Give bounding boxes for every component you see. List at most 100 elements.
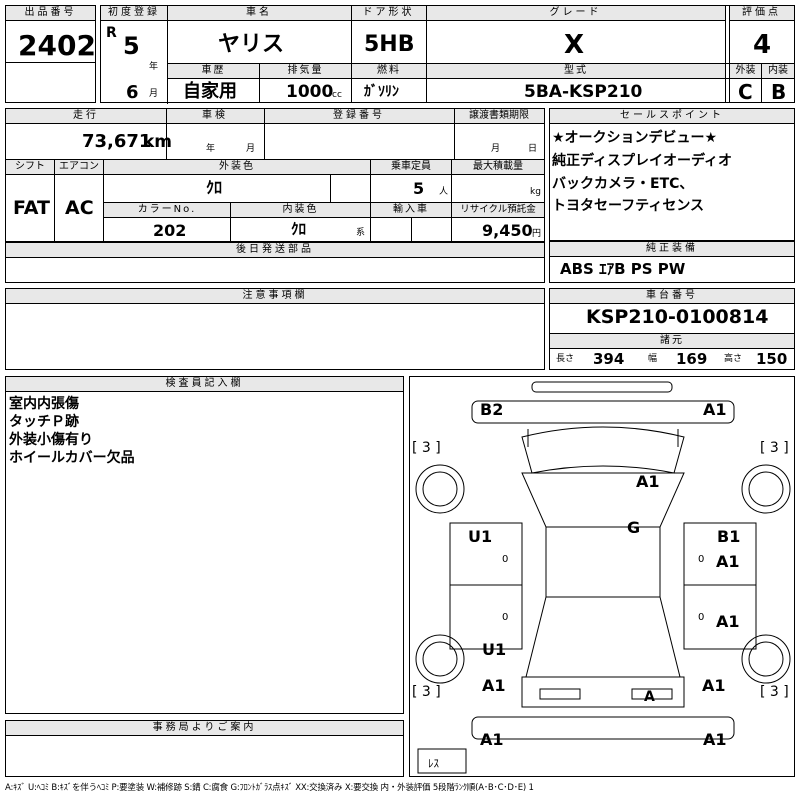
height-label: 高さ (724, 354, 743, 364)
colorno-label: カラーNo. (104, 203, 230, 217)
recycle-label: リサイクル預託金 (452, 203, 544, 217)
inspector-line: タッチＰ跡 (9, 414, 79, 430)
insp-month-unit: 月 (246, 144, 256, 154)
name-label: 車名 (167, 6, 351, 21)
load-label: 最大積載量 (452, 160, 544, 174)
inspector-line: 室内内張傷 (9, 396, 79, 412)
damage-mark: B2 (480, 400, 504, 419)
damage-mark: A1 (702, 676, 726, 695)
era: R (106, 25, 117, 41)
car-diagram: B2 A1 A1 G U1 B1 A1 A1 U1 A1 A1 A A1 A1 … (409, 376, 795, 777)
fuel-label: 燃料 (352, 64, 426, 78)
tire-depth: [ 3 ] (760, 440, 789, 456)
door-type: 5HB (364, 32, 415, 57)
damage-mark: A1 (716, 612, 740, 631)
width-label: 幅 (648, 354, 658, 364)
damage-mark: B1 (717, 527, 741, 546)
int-grade: B (771, 80, 787, 104)
grade: X (564, 30, 585, 60)
mileage: 73,671 (82, 131, 152, 152)
damage-mark: A1 (703, 400, 727, 419)
legend: A:ｷｽﾞ U:ﾍｺﾐ B:ｷｽﾞを伴うﾍｺﾐ P:要塗装 W:補修跡 S:錆 … (5, 783, 534, 793)
zero-mark: 0 (502, 554, 509, 565)
damage-mark: A1 (703, 730, 727, 749)
sales-line: ★オークションデビュー★ (552, 130, 718, 146)
car-outline (415, 381, 791, 774)
inspector-line: ホイールカバー欠品 (9, 450, 135, 466)
inspector-label: 検査員記入欄 (6, 377, 403, 392)
fuel: ｶﾞｿﾘﾝ (364, 84, 399, 100)
displacement: 1000 (286, 82, 334, 102)
transfer-day-unit: 日 (528, 144, 538, 154)
zero-mark: 0 (698, 612, 705, 623)
model: 5BA-KSP210 (524, 82, 643, 102)
zero-mark: 0 (698, 554, 705, 565)
color-no: 202 (153, 221, 187, 240)
int-label: 内装 (762, 64, 794, 78)
sales-line: バックカメラ・ETC、 (552, 176, 694, 192)
reg-month: 6 (126, 82, 139, 103)
history: 自家用 (183, 81, 237, 102)
length-label: 長さ (556, 354, 575, 364)
tire-depth: [ 3 ] (412, 684, 441, 700)
chassis-number: KSP210-0100814 (586, 306, 769, 328)
sales-box: セールスポイント ★オークションデビュー★ 純正ディスプレイオーディオ バックカ… (549, 108, 795, 241)
insp-year-unit: 年 (206, 144, 216, 154)
ext-label: 外装 (730, 64, 761, 78)
color-label: 外装色 (104, 160, 370, 174)
inspection-label: 車検 (166, 109, 264, 124)
disp-label: 排気量 (260, 64, 351, 78)
month-unit: 月 (149, 89, 159, 99)
damage-mark: U1 (468, 527, 493, 546)
damage-mark: A1 (482, 676, 506, 695)
shift: FAT (13, 197, 50, 219)
notes-label: 注意事項欄 (6, 289, 544, 304)
spare-tire: ﾚｽ (428, 757, 439, 770)
width: 169 (676, 350, 708, 368)
spec-label: 諸元 (550, 334, 794, 348)
inspector-line: 外装小傷有り (9, 432, 93, 448)
ac-label: エアコン (55, 160, 103, 174)
reg-label: 初度登録 (101, 6, 167, 21)
lot-label: 出品番号 (6, 6, 95, 21)
recycle-fee: 9,450 (482, 221, 533, 240)
detail-box: 走行 車検 登録番号 譲渡書類期限 73,671 km 年 月 月 日 シフト … (5, 108, 545, 243)
damage-mark: G (627, 518, 641, 537)
vehicle-box: 初度登録 車名 ドア形状 グレード 評価点 R 5 年 ヤリス 5HB X 4 … (100, 5, 795, 104)
transfer-month-unit: 月 (491, 144, 501, 154)
intcolor-unit: 系 (356, 228, 366, 238)
seats-unit: 人 (439, 187, 449, 197)
chassis-label: 車台番号 (550, 289, 794, 304)
notes-box: 注意事項欄 (5, 288, 545, 370)
lot-number: 2402 (18, 29, 96, 62)
disp-unit: cc (332, 90, 342, 100)
damage-mark: A1 (480, 730, 504, 749)
equipment: ABS ｴｱB PS PW (560, 260, 686, 278)
regno-label: 登録番号 (264, 109, 454, 124)
int-color: ｸﾛ (291, 220, 307, 238)
seats-label: 乗車定員 (371, 160, 451, 174)
score: 4 (753, 30, 772, 60)
tire-depth: [ 3 ] (412, 440, 441, 456)
damage-mark: A (644, 689, 655, 705)
ext-color: ｸﾛ (206, 178, 223, 197)
equipment-box: 純正装備 ABS ｴｱB PS PW (549, 241, 795, 283)
history-label: 車歴 (168, 64, 259, 78)
later-parts-label: 後日発送部品 (6, 243, 544, 258)
height: 150 (756, 350, 788, 368)
office-label: 事務局よりご案内 (6, 721, 403, 736)
damage-mark: U1 (482, 640, 507, 659)
ac: AC (65, 197, 94, 219)
damage-mark: A1 (636, 472, 660, 491)
transfer-label: 譲渡書類期限 (454, 109, 544, 124)
model-label: 型式 (427, 64, 725, 78)
door-label: ドア形状 (351, 6, 426, 21)
equipment-label: 純正装備 (550, 242, 794, 257)
year-unit: 年 (149, 62, 159, 72)
mileage-label: 走行 (6, 109, 166, 124)
zero-mark: 0 (502, 612, 509, 623)
sales-label: セールスポイント (550, 109, 794, 124)
damage-mark: A1 (716, 552, 740, 571)
load-unit: kg (530, 187, 541, 197)
tire-depth: [ 3 ] (760, 684, 789, 700)
